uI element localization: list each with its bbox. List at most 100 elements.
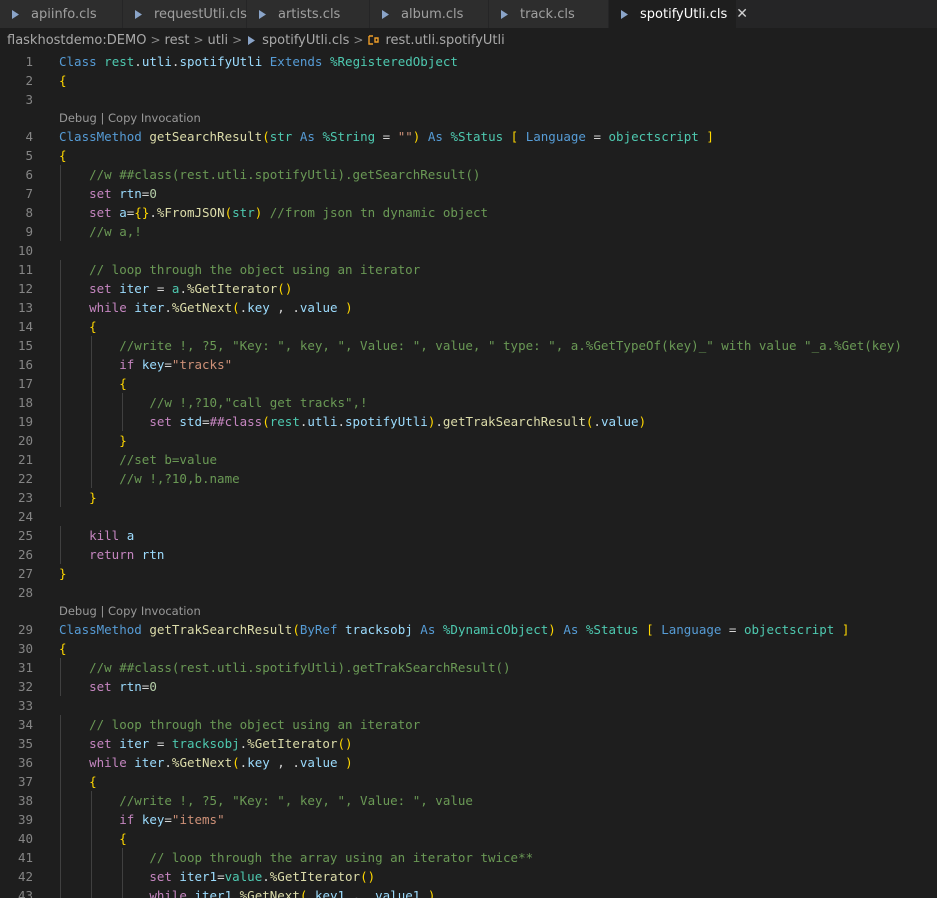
file-icon [257,9,268,20]
code-text: { [89,319,97,334]
tab-label: spotifyUtli.cls [640,6,728,22]
tab-label: requestUtli.cls [154,6,247,22]
code-line: 21 //set b=value [0,450,937,469]
code-text: set rtn=0 [89,679,157,694]
tab-3[interactable]: album.cls [370,0,489,28]
line-number: 3 [25,92,33,107]
tab-2[interactable]: artists.cls [247,0,370,28]
code-line: 18 //w !,?10,"call get tracks",! [0,393,937,412]
line-number: 16 [17,357,33,372]
close-icon[interactable]: ✕ [736,6,748,22]
code-text: { [59,641,67,656]
code-line: 2{ [0,71,937,90]
code-text: { [119,376,127,391]
line-number: 11 [17,262,33,277]
line-number: 26 [17,547,33,562]
code-text: set std=##class(rest.utli.spotifyUtli).g… [149,414,647,429]
tab-4[interactable]: track.cls [489,0,609,28]
breadcrumb-item-folder-rest[interactable]: rest [165,33,190,48]
code-text: //w a,! [89,224,142,239]
code-text: kill a [89,528,135,543]
code-text: while iter.%GetNext(.key , .value ) [89,755,353,770]
breadcrumb-separator: > [353,33,364,47]
breadcrumb-item-folder-utli[interactable]: utli [208,33,229,48]
code-line: 9 //w a,! [0,222,937,241]
file-icon [499,9,510,20]
code-text: //write !, ?5, "Key: ", key, ", Value: "… [119,338,902,353]
code-line: 6 //w ##class(rest.utli.spotifyUtli).get… [0,165,937,184]
code-line: 12 set iter = a.%GetIterator() [0,279,937,298]
line-number: 43 [17,888,33,898]
breadcrumb-separator: > [232,33,243,47]
line-number: 32 [17,679,33,694]
code-line: 34 // loop through the object using an i… [0,715,937,734]
breadcrumb-item-file[interactable]: spotifyUtli.cls [262,33,349,48]
breadcrumb-item-workspace[interactable]: flaskhostdemo:DEMO [7,33,146,48]
codelens-actions[interactable]: Debug | Copy Invocation [0,109,937,127]
line-number: 33 [17,698,33,713]
code-line: 41 // loop through the array using an it… [0,848,937,867]
code-line: 32 set rtn=0 [0,677,937,696]
code-line: 17 { [0,374,937,393]
line-number: 25 [17,528,33,543]
code-line: 28 [0,583,937,602]
line-number: 42 [17,869,33,884]
code-text: set a={}.%FromJSON(str) //from json tn d… [89,205,489,220]
code-text: return rtn [89,547,165,562]
code-text: set rtn=0 [89,186,157,201]
line-number: 36 [17,755,33,770]
line-number: 10 [17,243,33,258]
line-number: 40 [17,831,33,846]
code-line: 5{ [0,146,937,165]
breadcrumb-separator: > [193,33,204,47]
tab-0[interactable]: apiinfo.cls [0,0,123,28]
line-number: 20 [17,433,33,448]
code-line: 42 set iter1=value.%GetIterator() [0,867,937,886]
line-number: 30 [17,641,33,656]
code-line: 4 ClassMethod getSearchResult(str As %Str… [0,127,937,146]
tab-5[interactable]: spotifyUtli.cls ✕ [609,0,748,28]
file-icon [380,9,391,20]
breadcrumb-item-symbol[interactable]: rest.utli.spotifyUtli [385,33,504,48]
code-text: if key="items" [119,812,225,827]
code-line: 14 { [0,317,937,336]
line-number: 13 [17,300,33,315]
tab-label: track.cls [520,6,575,22]
breadcrumb: flaskhostdemo:DEMO > rest > utli > spoti… [0,28,937,52]
line-number: 14 [17,319,33,334]
code-line: 16 if key="tracks" [0,355,937,374]
line-number: 17 [17,376,33,391]
code-text: //set b=value [119,452,218,467]
code-text: { [89,774,97,789]
code-line: 31 //w ##class(rest.utli.spotifyUtli).ge… [0,658,937,677]
code-line: 11 // loop through the object using an i… [0,260,937,279]
code-text: // loop through the object using an iter… [89,717,421,732]
code-text: //w ##class(rest.utli.spotifyUtli).getSe… [89,167,481,182]
line-number: 41 [17,850,33,865]
line-number: 21 [17,452,33,467]
code-line: 37 { [0,772,937,791]
code-text: while iter1.%GetNext(.key1 , .value1 ) [149,888,436,898]
line-number: 28 [17,585,33,600]
code-text: { [119,831,127,846]
line-number: 9 [25,224,33,239]
code-text: Class rest.utli.spotifyUtli Extends %Reg… [59,54,458,69]
code-text: } [89,490,97,505]
code-line: 20 } [0,431,937,450]
code-line: 26 return rtn [0,545,937,564]
codelens-actions[interactable]: Debug | Copy Invocation [0,602,937,620]
code-text: // loop through the object using an iter… [89,262,421,277]
tab-1[interactable]: requestUtli.cls [123,0,247,28]
line-number: 38 [17,793,33,808]
code-line: 29 ClassMethod getTrakSearchResult(ByRef … [0,620,937,639]
code-text: } [119,433,127,448]
tab-label: album.cls [401,6,464,22]
line-number: 12 [17,281,33,296]
line-number: 34 [17,717,33,732]
code-text: while iter.%GetNext(.key , .value ) [89,300,353,315]
code-editor[interactable]: 1 Class rest.utli.spotifyUtli Extends %Re… [0,52,937,898]
code-line: 25 kill a [0,526,937,545]
code-line: 36 while iter.%GetNext(.key , .value ) [0,753,937,772]
code-text: ClassMethod getSearchResult(str As %Stri… [59,129,714,144]
code-line: 22 //w !,?10,b.name [0,469,937,488]
